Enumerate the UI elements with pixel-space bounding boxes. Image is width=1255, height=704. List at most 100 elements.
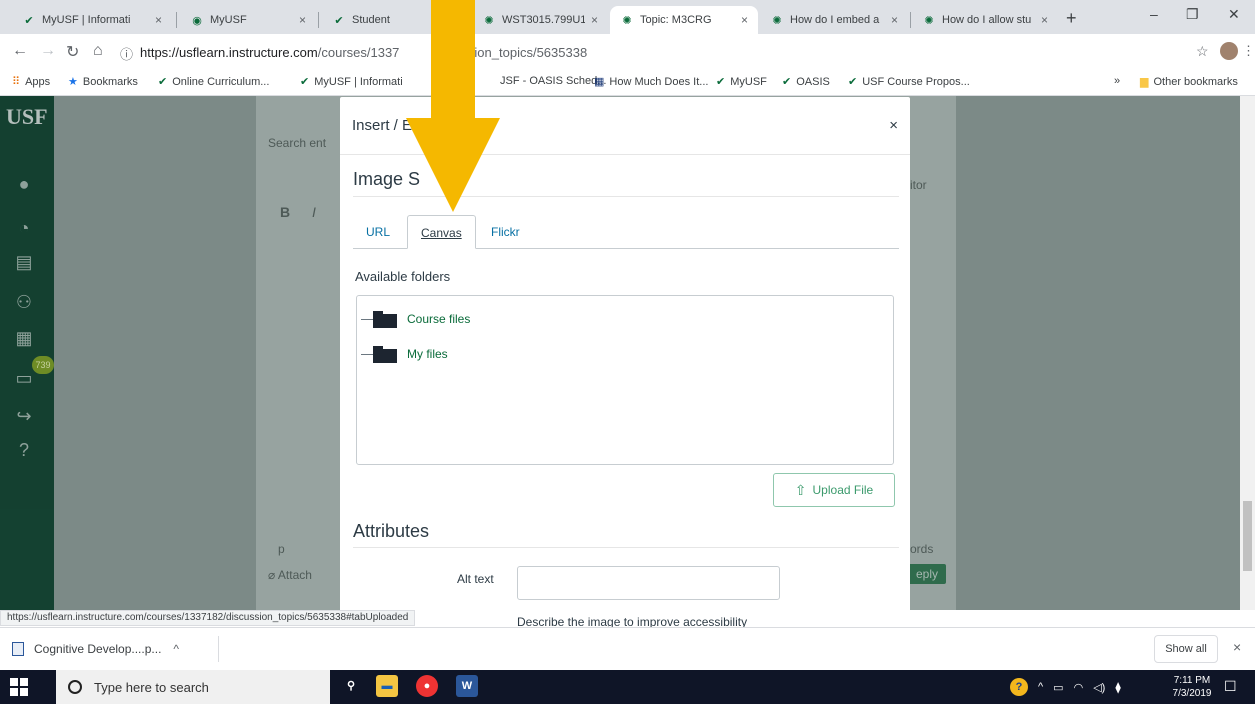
file-explorer-icon[interactable]: ▬ — [376, 675, 398, 697]
reload-icon[interactable]: ↻ — [66, 42, 79, 62]
windows-start-icon[interactable] — [10, 678, 28, 696]
tab-title: How do I embed a — [790, 14, 880, 26]
minimize-icon[interactable]: – — [1150, 6, 1158, 22]
notification-icon[interactable]: ☐ — [1224, 678, 1237, 695]
home-icon[interactable]: ⌂ — [93, 42, 103, 60]
account-icon[interactable]: ● — [12, 174, 36, 198]
usf-bull-icon: ✔ — [158, 76, 168, 88]
close-icon[interactable]: × — [299, 13, 306, 27]
bookmark-oasis[interactable]: ✔ OASIS — [782, 75, 830, 89]
calendar-icon[interactable]: ▦ — [12, 328, 36, 352]
help-icon[interactable]: ? — [1010, 678, 1028, 696]
close-icon[interactable]: × — [1233, 639, 1241, 655]
upload-file-button[interactable]: ⇧ Upload File — [773, 473, 895, 507]
close-icon[interactable]: × — [591, 13, 598, 27]
search-input[interactable]: Search ent — [268, 136, 326, 150]
bookmark-usf-course[interactable]: ✔ USF Course Propos... — [848, 75, 970, 89]
tab-flickr[interactable]: Flickr — [478, 215, 533, 249]
info-icon[interactable]: ⓘ — [120, 44, 133, 63]
folder-label: Course files — [407, 312, 471, 326]
bookmark-myusf-2[interactable]: ✔ MyUSF — [716, 75, 767, 89]
bold-button[interactable]: B — [280, 204, 290, 220]
bookmark-label: JSF - OASIS Sched... — [500, 75, 607, 87]
browser-tab[interactable]: ◉ MyUSF × — [180, 6, 316, 34]
browser-tab[interactable]: ✺ How do I embed a × — [760, 6, 908, 34]
chevron-up-icon[interactable]: ^ — [1038, 681, 1043, 693]
show-all-button[interactable]: Show all — [1154, 635, 1218, 663]
star-icon[interactable]: ☆ — [1196, 43, 1209, 60]
scrollbar-thumb[interactable] — [1243, 501, 1252, 571]
close-icon[interactable]: × — [891, 13, 898, 27]
chrome-icon[interactable]: ● — [416, 675, 438, 697]
browser-tab[interactable]: ✺ How do I allow stu × — [912, 6, 1058, 34]
address-bar[interactable]: https://usflearn.instructure.com /course… — [140, 40, 587, 64]
attach-button[interactable]: ⌀ Attach — [268, 568, 312, 582]
url-domain: https://usflearn.instructure.com — [140, 44, 318, 60]
windows-taskbar: Type here to search ⚲ ▬ ● W ? ^ ▭ ◠ ◁) ⧫… — [0, 670, 1255, 704]
menu-icon[interactable]: ⋮ — [1242, 43, 1255, 59]
bookmark-bookmarks[interactable]: ★ Bookmarks — [68, 75, 138, 89]
window-close-icon[interactable]: ✕ — [1228, 6, 1240, 23]
tree-connector — [361, 353, 373, 355]
upload-icon: ⇧ — [794, 481, 807, 498]
usf-bull-icon: ✔ — [300, 76, 310, 88]
alt-text-input[interactable] — [517, 566, 780, 600]
paperclip-icon: ⌀ — [268, 568, 278, 582]
dialog-close-button[interactable]: × — [889, 117, 898, 134]
bookmark-apps[interactable]: ⠿ Apps — [12, 75, 50, 89]
word-icon[interactable]: W — [456, 675, 478, 697]
avatar[interactable] — [1220, 42, 1238, 60]
folder-icon: ▆ — [1140, 76, 1149, 88]
microphone-icon[interactable]: ⚲ — [340, 675, 362, 697]
tab-title: MyUSF | Informati — [42, 14, 131, 26]
back-icon[interactable]: ← — [12, 42, 28, 60]
wifi-icon[interactable]: ◠ — [1074, 681, 1084, 694]
volume-icon[interactable]: ◁) — [1093, 681, 1105, 694]
close-icon[interactable]: × — [155, 13, 162, 27]
tab-url[interactable]: URL — [353, 215, 403, 249]
canvas-icon: ✺ — [772, 14, 782, 27]
page-scrollbar[interactable] — [1240, 96, 1255, 610]
battery-icon[interactable]: ▭ — [1053, 681, 1063, 694]
taskbar-search[interactable]: Type here to search — [56, 670, 330, 704]
usf-bull-icon: ✔ — [716, 76, 726, 88]
browser-tab[interactable]: ✔ Student — [322, 6, 406, 34]
folder-course-files[interactable]: Course files — [361, 309, 470, 329]
inbox-count-badge: 739 — [32, 356, 54, 374]
new-tab-button[interactable]: + — [1066, 8, 1077, 29]
star-icon: ★ — [68, 76, 78, 88]
post-reply-button[interactable]: eply — [908, 564, 947, 584]
bookmark-label: Bookmarks — [82, 75, 138, 88]
bookmark-myusf[interactable]: ✔ MyUSF | Informati — [300, 75, 403, 89]
restore-icon[interactable]: ❐ — [1186, 6, 1199, 23]
forward-icon[interactable]: → — [40, 42, 56, 60]
taskbar-clock[interactable]: 7:11 PM 7/3/2019 — [1172, 674, 1212, 700]
dashboard-icon[interactable]: ◔ — [12, 218, 36, 242]
commons-icon[interactable]: ↪ — [12, 406, 36, 430]
download-filename: Cognitive Develop....p... — [34, 642, 162, 656]
tab-canvas[interactable]: Canvas — [407, 215, 476, 249]
alt-text-label: Alt text — [457, 572, 494, 586]
browser-tab-active[interactable]: ✺ Topic: M3CRG × — [610, 6, 758, 34]
bookmark-how-much[interactable]: ▦ How Much Does It... — [594, 75, 708, 89]
dropbox-icon[interactable]: ⧫ — [1115, 681, 1120, 694]
bookmark-other[interactable]: ▆ Other bookmarks — [1140, 75, 1238, 89]
italic-button[interactable]: I — [312, 204, 316, 220]
close-icon[interactable]: × — [741, 13, 748, 27]
inbox-icon[interactable]: ▭ — [12, 368, 36, 392]
help-icon[interactable]: ? — [12, 440, 36, 464]
close-icon[interactable]: × — [1041, 13, 1048, 27]
courses-icon[interactable]: ▤ — [12, 252, 36, 276]
download-item[interactable]: Cognitive Develop....p... ^ — [12, 637, 179, 661]
arrow-shape — [406, 0, 500, 212]
bookmarks-overflow[interactable]: » — [1114, 75, 1120, 87]
usf-bull-icon: ✔ — [334, 14, 344, 27]
folder-my-files[interactable]: My files — [361, 344, 448, 364]
chevron-up-icon[interactable]: ^ — [173, 642, 179, 656]
download-shelf: Cognitive Develop....p... ^ Show all × — [0, 627, 1255, 670]
attach-label: Attach — [277, 568, 312, 582]
bookmark-online-curriculum[interactable]: ✔ Online Curriculum... — [158, 75, 269, 89]
groups-icon[interactable]: ⚇ — [12, 292, 36, 316]
bookmark-oasis-sched[interactable]: JSF - OASIS Sched... — [500, 75, 606, 87]
browser-tab[interactable]: ✔ MyUSF | Informati × — [12, 6, 172, 34]
